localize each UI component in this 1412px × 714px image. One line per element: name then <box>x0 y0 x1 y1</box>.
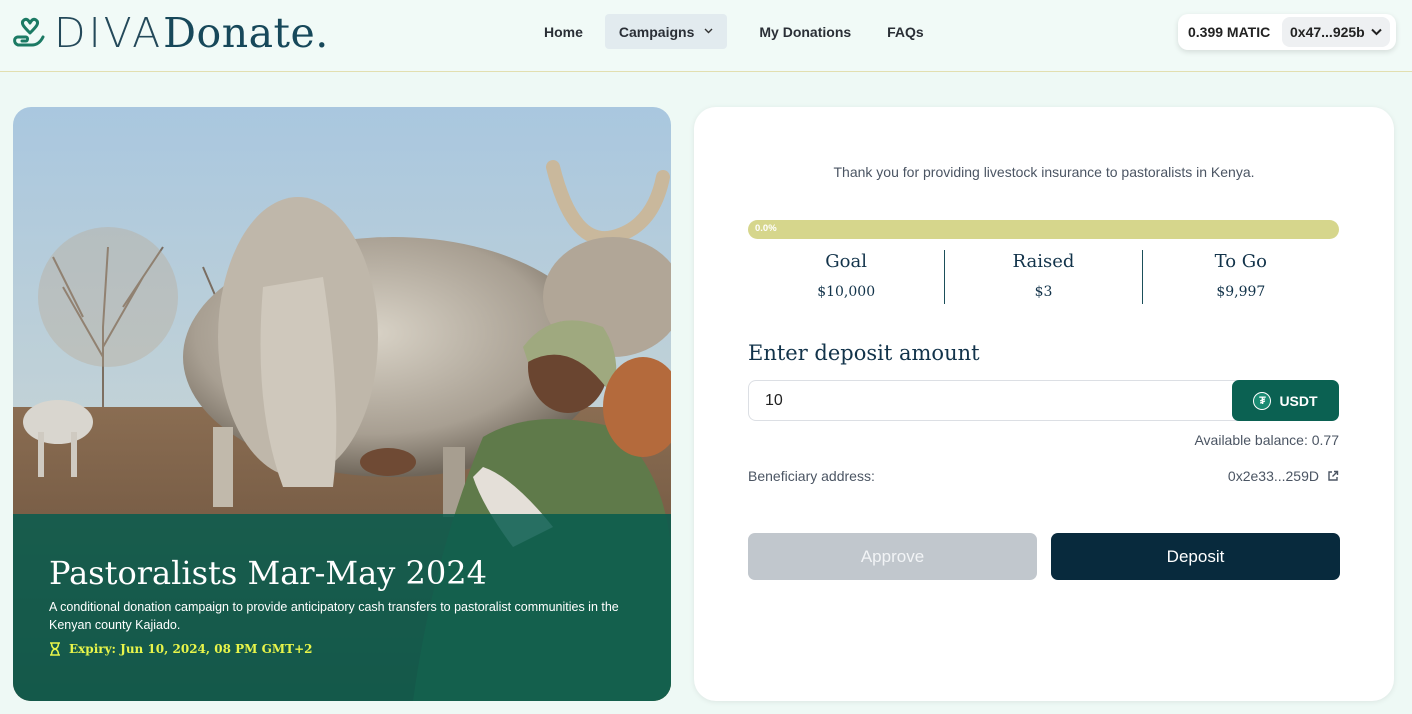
logo-prefix: DIVA <box>54 8 164 57</box>
nav-faqs-label: FAQs <box>887 23 924 40</box>
stat-goal: Goal $10,000 <box>748 250 944 304</box>
approve-button[interactable]: Approve <box>748 533 1037 580</box>
progress-label: 0.0% <box>755 223 777 234</box>
stat-to-go-value: $9,997 <box>1216 284 1266 300</box>
logo-text: DIVADonate. <box>54 12 329 54</box>
wallet-address-button[interactable]: 0x47...925b <box>1282 17 1390 47</box>
available-balance: Available balance: 0.77 <box>1194 432 1339 448</box>
stat-to-go: To Go $9,997 <box>1141 250 1339 304</box>
wallet-balance: 0.399 MATIC <box>1188 24 1271 40</box>
logo[interactable]: DIVADonate. <box>10 8 329 58</box>
stat-goal-value: $10,000 <box>817 284 876 300</box>
beneficiary-address-link[interactable]: 0x2e33...259D <box>1228 468 1339 484</box>
tether-icon: ₮ <box>1253 391 1272 410</box>
external-link-icon <box>1328 470 1339 481</box>
thank-you-message: Thank you for providing livestock insura… <box>833 164 1255 180</box>
chevron-down-icon <box>704 26 713 37</box>
nav-home-label: Home <box>544 23 583 40</box>
campaign-card: Pastoralists Mar-May 2024 A conditional … <box>13 107 671 701</box>
stat-goal-label: Goal <box>825 251 868 272</box>
top-bar: DIVADonate. Home Campaigns My Donations … <box>0 0 1412 72</box>
stat-raised-label: Raised <box>1012 251 1075 272</box>
token-label: USDT <box>1279 392 1318 409</box>
heart-hand-icon <box>13 17 45 47</box>
nav-home[interactable]: Home <box>530 14 597 49</box>
token-select-button[interactable]: ₮ USDT <box>1232 380 1339 421</box>
stat-raised-value: $3 <box>1034 284 1053 300</box>
nav-my-donations[interactable]: My Donations <box>745 14 865 49</box>
nav-my-donations-label: My Donations <box>759 23 852 40</box>
main-nav: Home Campaigns My Donations FAQs <box>530 14 938 49</box>
beneficiary-label: Beneficiary address: <box>748 468 875 484</box>
nav-campaigns-label: Campaigns <box>618 23 695 40</box>
hourglass-icon <box>50 642 60 656</box>
campaign-expiry-text: Expiry: Jun 10, 2024, 08 PM GMT+2 <box>69 642 313 656</box>
campaign-description: A conditional donation campaign to provi… <box>49 600 619 632</box>
wallet-address: 0x47...925b <box>1290 24 1365 40</box>
donation-panel: Thank you for providing livestock insura… <box>694 107 1394 701</box>
wallet-widget[interactable]: 0.399 MATIC 0x47...925b <box>1178 14 1396 50</box>
funding-progress-bar: 0.0% <box>748 220 1339 239</box>
campaign-expiry: Expiry: Jun 10, 2024, 08 PM GMT+2 <box>49 642 313 656</box>
deposit-amount-heading: Enter deposit amount <box>748 341 980 365</box>
logo-name: Donate. <box>163 8 329 57</box>
nav-faqs[interactable]: FAQs <box>873 14 938 49</box>
deposit-amount-input[interactable] <box>748 380 1238 421</box>
nav-campaigns[interactable]: Campaigns <box>604 14 728 49</box>
campaign-title: Pastoralists Mar-May 2024 <box>49 554 487 592</box>
deposit-button[interactable]: Deposit <box>1051 533 1340 580</box>
chevron-down-icon <box>1371 28 1382 36</box>
stat-raised: Raised $3 <box>944 250 1141 304</box>
stat-to-go-label: To Go <box>1214 251 1268 272</box>
funding-stats: Goal $10,000 Raised $3 To Go $9,997 <box>748 250 1339 304</box>
beneficiary-address: 0x2e33...259D <box>1227 468 1319 484</box>
